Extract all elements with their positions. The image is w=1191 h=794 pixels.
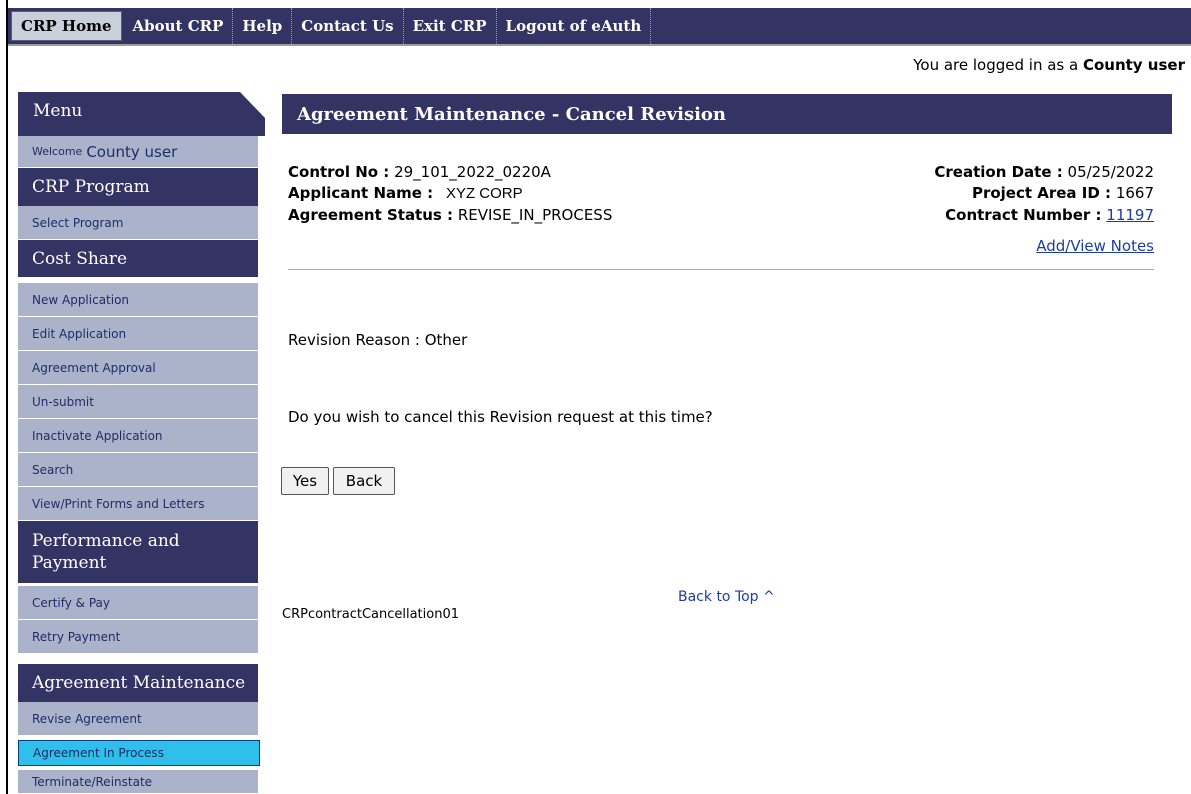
applicant-label: Applicant Name : [288, 184, 434, 202]
login-status: You are logged in as a County user [913, 56, 1185, 74]
section-performance-line1: Performance and [32, 531, 180, 551]
sidebar-item-new-application[interactable]: New Application [18, 283, 258, 317]
menu-title: Menu [33, 101, 83, 121]
section-crp-program: CRP Program [18, 168, 258, 206]
sidebar-item-search[interactable]: Search [18, 453, 258, 487]
sidebar-item-agreement-approval[interactable]: Agreement Approval [18, 351, 258, 385]
divider [288, 269, 1154, 270]
revision-reason: Revision Reason : Other [288, 331, 468, 349]
project-area-row: Project Area ID : 1667 [972, 184, 1154, 202]
control-no-label: Control No : [288, 163, 390, 181]
control-no-value: 29_101_2022_0220A [394, 163, 551, 181]
back-to-top-link[interactable]: Back to Top ^ [678, 589, 775, 605]
section-cost-share: Cost Share [18, 240, 258, 277]
tab-exit-crp[interactable]: Exit CRP [404, 8, 497, 44]
status-label: Agreement Status : [288, 206, 454, 224]
sidebar-item-select-program[interactable]: Select Program [18, 206, 258, 240]
contract-number-link[interactable]: 11197 [1106, 206, 1154, 224]
sidebar-item-edit-application[interactable]: Edit Application [18, 317, 258, 351]
welcome-row: Welcome County user [18, 136, 258, 168]
sidebar-item-revise-agreement[interactable]: Revise Agreement [18, 702, 258, 736]
sidebar-item-agreement-in-process[interactable]: Agreement In Process [18, 740, 260, 766]
sidebar-item-view-print-forms[interactable]: View/Print Forms and Letters [18, 487, 258, 521]
notes-row: Add/View Notes [1036, 237, 1154, 255]
login-prefix: You are logged in as a [913, 56, 1079, 74]
creation-date-row: Creation Date : 05/25/2022 [934, 163, 1154, 181]
welcome-label: Welcome [32, 145, 83, 158]
tab-help[interactable]: Help [233, 8, 293, 44]
status-value: REVISE_IN_PROCESS [457, 206, 613, 224]
sidebar: Menu Welcome County user CRP Program Sel… [18, 92, 265, 794]
sidebar-item-certify-pay[interactable]: Certify & Pay [18, 586, 258, 620]
section-performance-payment: Performance and Payment [18, 521, 258, 583]
section-performance-line2: Payment [32, 553, 107, 573]
creation-date-label: Creation Date : [934, 163, 1063, 181]
sidebar-item-inactivate-application[interactable]: Inactivate Application [18, 419, 258, 453]
project-area-label: Project Area ID : [971, 184, 1112, 202]
yes-button[interactable]: Yes [281, 467, 329, 495]
top-nav: CRP Home About CRP Help Contact Us Exit … [8, 8, 1191, 46]
add-view-notes-link[interactable]: Add/View Notes [1036, 237, 1154, 255]
tab-logout-eauth[interactable]: Logout of eAuth [497, 8, 652, 44]
welcome-user: County user [86, 142, 178, 161]
project-area-value: 1667 [1115, 184, 1154, 202]
back-button[interactable]: Back [333, 467, 395, 495]
sidebar-item-un-submit[interactable]: Un-submit [18, 385, 258, 419]
creation-date-value: 05/25/2022 [1067, 163, 1154, 181]
status-row: Agreement Status : REVISE_IN_PROCESS [288, 206, 612, 224]
cancel-question: Do you wish to cancel this Revision requ… [288, 408, 713, 426]
page-id: CRPcontractCancellation01 [282, 607, 460, 622]
applicant-row: Applicant Name : XYZ CORP [288, 184, 523, 202]
sidebar-item-retry-payment[interactable]: Retry Payment [18, 620, 258, 654]
tab-contact-us[interactable]: Contact Us [292, 8, 404, 44]
control-no-row: Control No : 29_101_2022_0220A [288, 163, 551, 181]
applicant-value: XYZ CORP [445, 185, 523, 202]
tab-crp-home[interactable]: CRP Home [11, 11, 122, 41]
contract-number-row: Contract Number : 11197 [945, 206, 1154, 224]
contract-number-label: Contract Number : [945, 206, 1102, 224]
page-title: Agreement Maintenance - Cancel Revision [282, 94, 1172, 134]
login-user: County user [1082, 56, 1185, 74]
sidebar-menu-header: Menu [18, 92, 265, 136]
tab-about-crp[interactable]: About CRP [124, 8, 234, 44]
section-agreement-maintenance: Agreement Maintenance [18, 664, 258, 702]
sidebar-item-terminate-reinstate[interactable]: Terminate/Reinstate [18, 770, 258, 794]
